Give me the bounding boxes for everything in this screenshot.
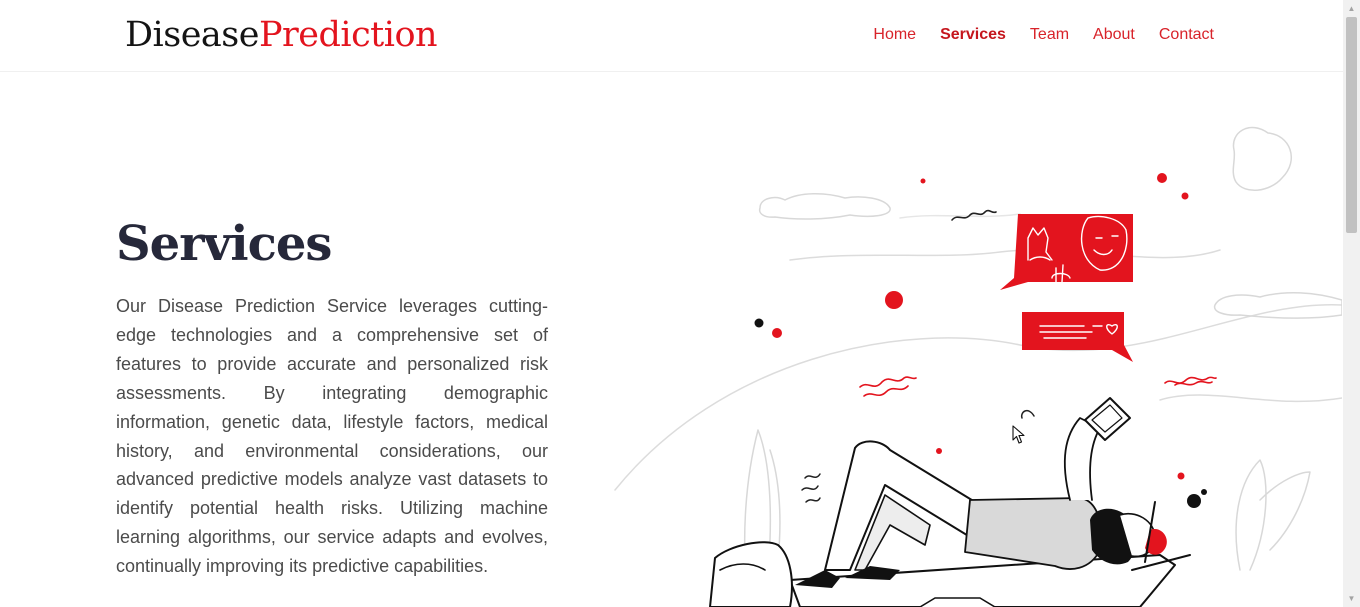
services-heading: Services bbox=[116, 216, 332, 272]
bag bbox=[709, 541, 793, 607]
grass-tuft bbox=[801, 473, 821, 503]
nav-link-team[interactable]: Team bbox=[1030, 26, 1069, 44]
brand-name-part2: Prediction bbox=[258, 15, 438, 55]
services-description: Our Disease Prediction Service leverages… bbox=[116, 296, 548, 577]
dot bbox=[754, 318, 764, 328]
dot bbox=[1157, 173, 1167, 183]
triangle-down-icon[interactable]: ▼ bbox=[1343, 590, 1360, 607]
small-ring bbox=[1020, 409, 1035, 419]
brand-logo[interactable]: DiseasePrediction bbox=[125, 14, 438, 56]
triangle-up-icon[interactable]: ▲ bbox=[1343, 0, 1360, 17]
dot bbox=[1177, 472, 1185, 480]
dot bbox=[885, 291, 903, 309]
dot bbox=[920, 178, 926, 184]
nav-link-contact[interactable]: Contact bbox=[1159, 26, 1214, 44]
cloud-left bbox=[758, 193, 891, 220]
main-nav: Home Services Team About Contact bbox=[849, 26, 1214, 44]
arrow-cursor-icon bbox=[1012, 425, 1025, 444]
sun bbox=[1232, 126, 1293, 191]
dot bbox=[1201, 489, 1207, 495]
vertical-scrollbar[interactable]: ▲ ▼ bbox=[1343, 0, 1360, 607]
dot bbox=[936, 448, 942, 454]
navbar: DiseasePrediction Home Services Team Abo… bbox=[0, 0, 1343, 72]
chat-bubble-photo bbox=[1000, 214, 1133, 290]
hill-line bbox=[789, 249, 1221, 261]
dot bbox=[772, 328, 782, 338]
nav-link-services[interactable]: Services bbox=[940, 26, 1006, 44]
red-squiggle bbox=[859, 376, 917, 397]
dot bbox=[1181, 192, 1189, 200]
book bbox=[919, 597, 996, 607]
nav-link-about[interactable]: About bbox=[1093, 26, 1135, 44]
dot bbox=[1187, 494, 1201, 508]
plant-right bbox=[1235, 459, 1311, 571]
person-torso bbox=[964, 497, 1103, 570]
hill-line bbox=[1159, 394, 1342, 403]
brand-name-part1: Disease bbox=[125, 15, 259, 55]
scrollbar-thumb[interactable] bbox=[1346, 17, 1357, 233]
chat-bubble-message bbox=[1022, 312, 1133, 362]
red-squiggle bbox=[1164, 376, 1217, 386]
nav-link-home[interactable]: Home bbox=[873, 26, 916, 44]
person-with-phone-illustration bbox=[614, 126, 1342, 607]
